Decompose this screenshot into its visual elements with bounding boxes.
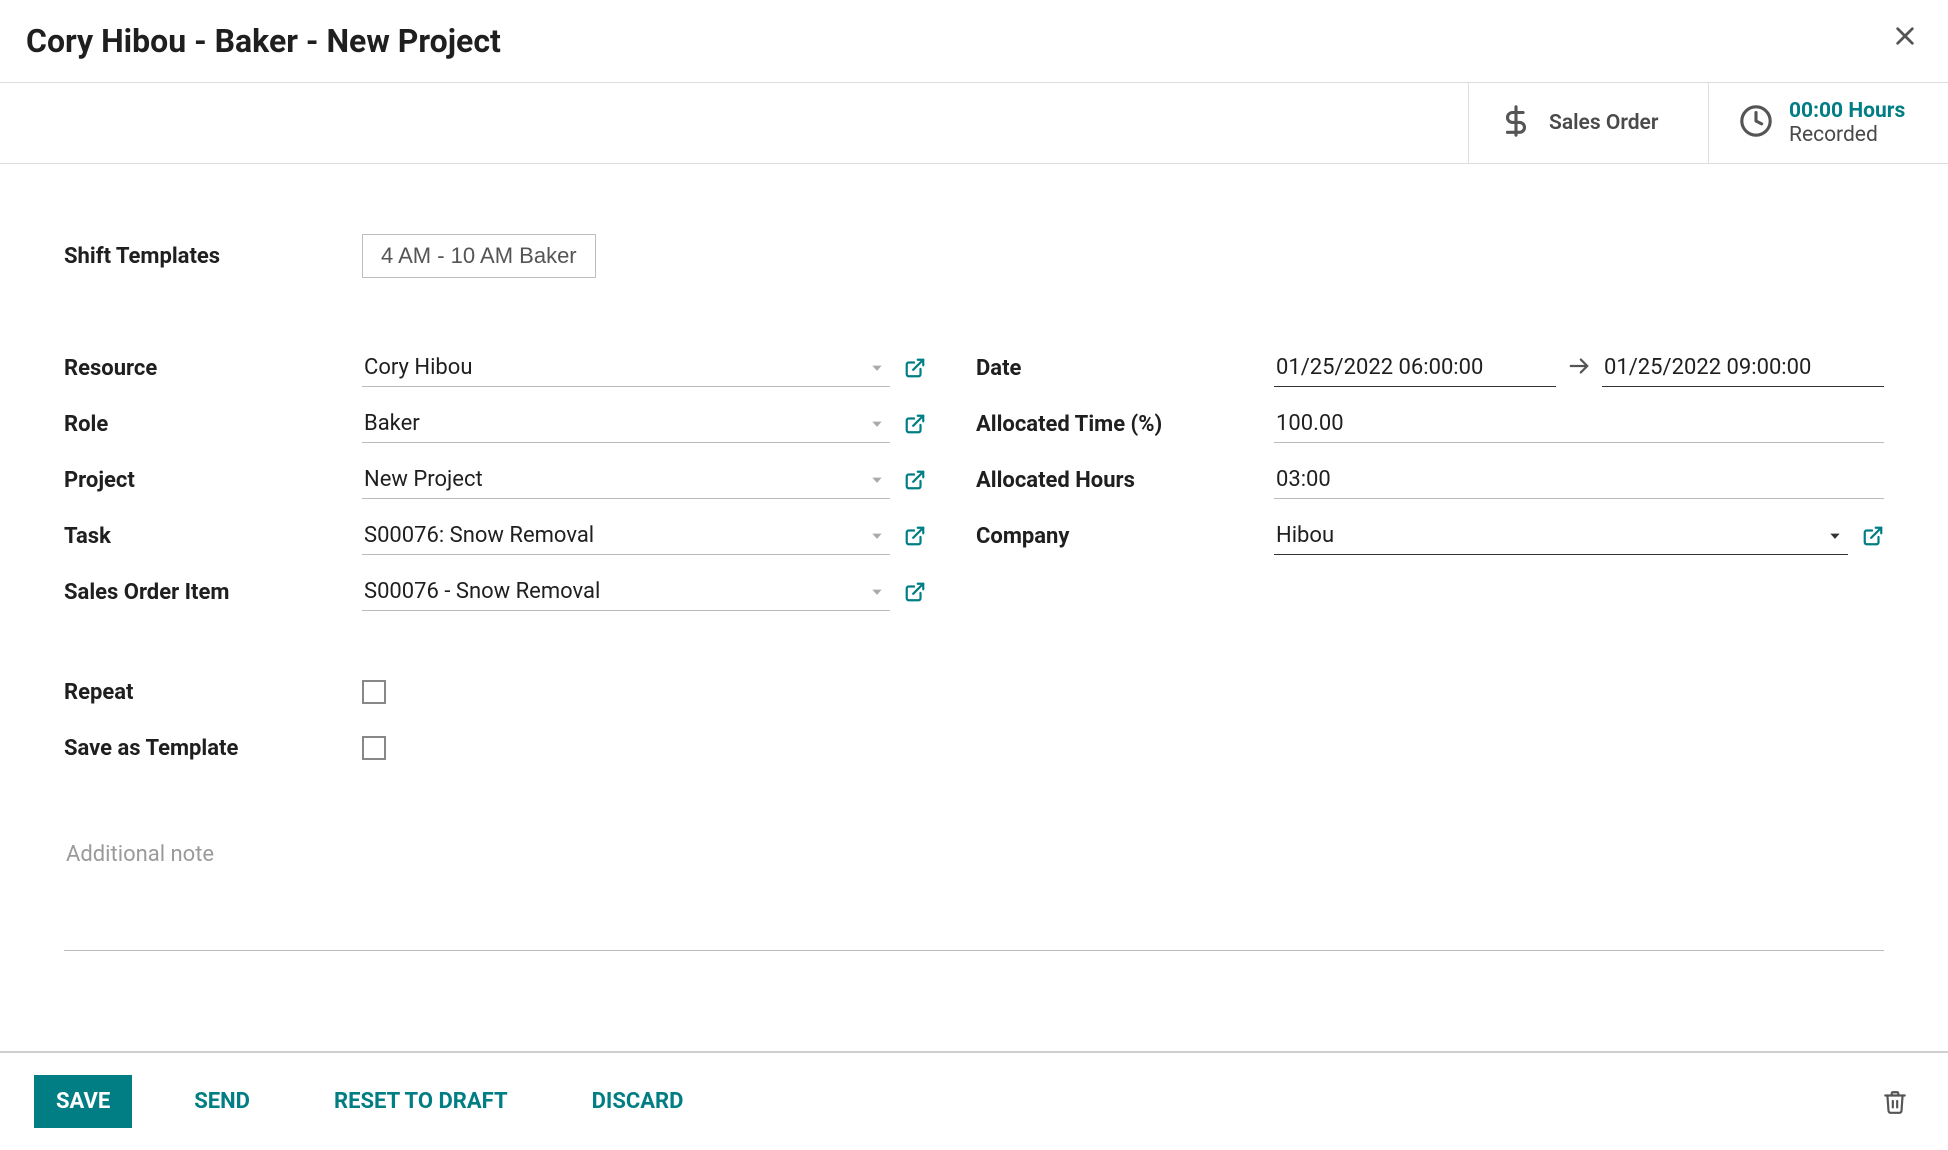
external-link-icon xyxy=(904,413,926,435)
delete-button[interactable] xyxy=(1876,1083,1914,1121)
allocated-hours-input[interactable] xyxy=(1274,461,1884,499)
resource-label: Resource xyxy=(64,356,362,381)
hours-recorded-card[interactable]: 00:00 Hours Recorded xyxy=(1708,83,1948,163)
hours-top-line: 00:00 Hours xyxy=(1789,99,1905,123)
task-label: Task xyxy=(64,524,362,549)
allocated-hours-row: Allocated Hours xyxy=(976,452,1884,508)
dialog-header: Cory Hibou - Baker - New Project xyxy=(0,0,1948,82)
clock-icon xyxy=(1739,104,1773,143)
role-label: Role xyxy=(64,412,362,437)
save-template-row: Save as Template xyxy=(64,720,926,776)
project-select[interactable] xyxy=(362,461,890,499)
allocated-time-input[interactable] xyxy=(1274,405,1884,443)
shift-templates-label: Shift Templates xyxy=(64,244,362,269)
company-select[interactable] xyxy=(1274,517,1848,555)
save-button[interactable]: SAVE xyxy=(34,1075,132,1128)
sales-order-text: Sales Order xyxy=(1549,111,1658,135)
external-link-icon xyxy=(904,581,926,603)
task-select[interactable] xyxy=(362,517,890,555)
project-input[interactable] xyxy=(362,461,890,498)
role-open-link[interactable] xyxy=(904,413,926,435)
company-open-link[interactable] xyxy=(1862,525,1884,547)
external-link-icon xyxy=(904,469,926,491)
company-row: Company xyxy=(976,508,1884,564)
dialog-footer: SAVE SEND RESET TO DRAFT DISCARD xyxy=(0,1051,1948,1150)
reset-to-draft-button[interactable]: RESET TO DRAFT xyxy=(312,1075,530,1128)
form-column-right: Date Allocated Time (%) Allocated Hours xyxy=(976,340,1884,776)
sales-order-item-row: Sales Order Item xyxy=(64,564,926,620)
sales-order-item-label: Sales Order Item xyxy=(64,580,362,605)
task-row: Task xyxy=(64,508,926,564)
resource-row: Resource xyxy=(64,340,926,396)
hours-text: 00:00 Hours Recorded xyxy=(1789,99,1905,147)
resource-select[interactable] xyxy=(362,349,890,387)
allocated-time-label: Allocated Time (%) xyxy=(976,412,1274,437)
trash-icon xyxy=(1882,1089,1908,1115)
resource-open-link[interactable] xyxy=(904,357,926,379)
save-template-label: Save as Template xyxy=(64,736,362,761)
task-input[interactable] xyxy=(362,517,890,554)
dialog-title: Cory Hibou - Baker - New Project xyxy=(26,22,501,60)
arrow-right-icon xyxy=(1568,355,1590,382)
repeat-checkbox[interactable] xyxy=(362,680,386,704)
save-template-checkbox[interactable] xyxy=(362,736,386,760)
close-icon xyxy=(1894,21,1916,54)
form-column-left: Resource Role xyxy=(64,340,926,776)
discard-button[interactable]: DISCARD xyxy=(570,1075,706,1128)
stat-row: Sales Order 00:00 Hours Recorded xyxy=(0,82,1948,164)
date-row: Date xyxy=(976,340,1884,396)
sales-order-card[interactable]: Sales Order xyxy=(1468,83,1708,163)
form-columns: Resource Role xyxy=(64,340,1884,776)
shift-template-chip[interactable]: 4 AM - 10 AM Baker xyxy=(362,234,596,278)
company-input[interactable] xyxy=(1274,517,1848,554)
sales-order-item-select[interactable] xyxy=(362,573,890,611)
sales-order-item-input[interactable] xyxy=(362,573,890,610)
repeat-label: Repeat xyxy=(64,680,362,705)
role-select[interactable] xyxy=(362,405,890,443)
form-body: Shift Templates 4 AM - 10 AM Baker Resou… xyxy=(0,164,1948,996)
date-to-input[interactable] xyxy=(1602,349,1884,387)
external-link-icon xyxy=(904,357,926,379)
send-button[interactable]: SEND xyxy=(172,1075,272,1128)
close-button[interactable] xyxy=(1888,21,1922,55)
sales-order-item-open-link[interactable] xyxy=(904,581,926,603)
date-label: Date xyxy=(976,356,1274,381)
external-link-icon xyxy=(904,525,926,547)
sales-order-label: Sales Order xyxy=(1549,111,1658,135)
repeat-row: Repeat xyxy=(64,664,926,720)
task-open-link[interactable] xyxy=(904,525,926,547)
dollar-icon xyxy=(1499,104,1533,143)
date-from-input[interactable] xyxy=(1274,349,1556,387)
project-label: Project xyxy=(64,468,362,493)
project-open-link[interactable] xyxy=(904,469,926,491)
project-row: Project xyxy=(64,452,926,508)
resource-input[interactable] xyxy=(362,349,890,386)
shift-templates-row: Shift Templates 4 AM - 10 AM Baker xyxy=(64,234,1884,278)
additional-note-input[interactable] xyxy=(64,832,1884,951)
role-row: Role xyxy=(64,396,926,452)
external-link-icon xyxy=(1862,525,1884,547)
allocated-time-row: Allocated Time (%) xyxy=(976,396,1884,452)
hours-bot-line: Recorded xyxy=(1789,123,1905,147)
company-label: Company xyxy=(976,524,1274,549)
allocated-hours-label: Allocated Hours xyxy=(976,468,1274,493)
role-input[interactable] xyxy=(362,405,890,442)
